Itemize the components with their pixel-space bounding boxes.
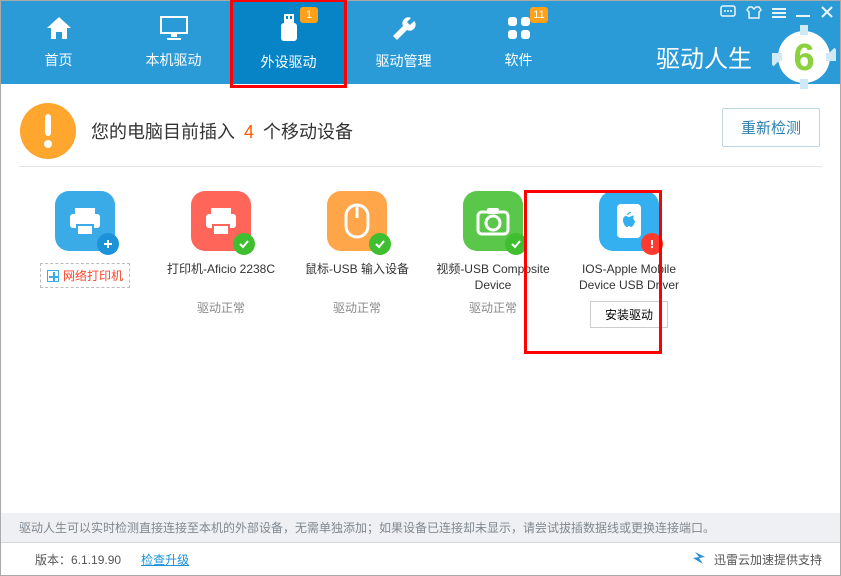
device-mouse-title: 鼠标-USB 输入设备 <box>292 261 422 295</box>
device-video[interactable]: 视频-USB Composite Device 驱动正常 <box>427 191 559 328</box>
menu-icon[interactable] <box>772 6 786 23</box>
tab-home[interactable]: 首页 <box>1 1 116 84</box>
tab-home-label: 首页 <box>45 50 73 70</box>
device-ios-title: IOS-Apple Mobile Device USB Driver <box>564 261 694 295</box>
device-video-status: 驱动正常 <box>469 299 517 316</box>
header: 首页 本机驱动 外设驱动 1 驱动管理 软件 11 <box>1 1 840 84</box>
accel-text: 迅雷云加速提供支持 <box>714 551 822 568</box>
brand-logo-icon: 6 <box>772 25 836 92</box>
svg-text:6: 6 <box>793 37 814 79</box>
device-printer-status: 驱动正常 <box>197 299 245 316</box>
add-printer-label: 网络打印机 <box>63 267 123 284</box>
version-label: 版本：6.1.19.90 <box>35 551 121 568</box>
summary-text: 您的电脑目前插入 4 个移动设备 <box>91 118 353 144</box>
device-add-network-printer[interactable]: 网络打印机 <box>19 191 151 328</box>
rescan-button[interactable]: 重新检测 <box>722 108 820 147</box>
tab-peripheral-label: 外设驱动 <box>261 52 317 72</box>
status-bar: 版本：6.1.19.90 检查升级 迅雷云加速提供支持 <box>1 542 840 575</box>
device-printer-title: 打印机-Aficio 2238C <box>156 261 286 295</box>
skin-icon[interactable] <box>746 5 762 23</box>
tab-software-badge: 11 <box>530 7 548 23</box>
wrench-icon <box>390 14 418 45</box>
monitor-icon <box>159 15 189 44</box>
device-ios[interactable]: IOS-Apple Mobile Device USB Driver 安装驱动 <box>563 191 695 328</box>
window-controls <box>720 5 834 23</box>
tabs: 首页 本机驱动 外设驱动 1 驱动管理 软件 11 <box>1 1 576 84</box>
ok-badge-icon <box>505 233 527 255</box>
error-badge-icon <box>641 233 663 255</box>
tab-manage-label: 驱动管理 <box>376 51 432 71</box>
printer-icon <box>191 191 251 251</box>
device-video-title: 视频-USB Composite Device <box>428 261 558 295</box>
home-icon <box>45 15 73 44</box>
close-icon[interactable] <box>820 5 834 23</box>
summary-suffix: 个移动设备 <box>258 122 353 142</box>
tab-software-label: 软件 <box>505 50 533 70</box>
tab-peripheral-badge: 1 <box>300 7 318 23</box>
check-upgrade-link[interactable]: 检查升级 <box>141 551 189 568</box>
plus-icon <box>47 270 59 282</box>
summary-row: 您的电脑目前插入 4 个移动设备 重新检测 <box>1 84 840 166</box>
ok-badge-icon <box>369 233 391 255</box>
add-printer-link[interactable]: 网络打印机 <box>40 263 130 288</box>
device-mouse[interactable]: 鼠标-USB 输入设备 驱动正常 <box>291 191 423 328</box>
accelerator-credit: 迅雷云加速提供支持 <box>692 550 822 569</box>
mouse-icon <box>327 191 387 251</box>
note-bar: 驱动人生可以实时检测直接连接至本机的外部设备，无需单独添加；如果设备已连接却未显… <box>1 513 840 542</box>
device-printer[interactable]: 打印机-Aficio 2238C 驱动正常 <box>155 191 287 328</box>
summary-prefix: 您的电脑目前插入 <box>91 122 240 142</box>
thunder-icon <box>692 550 708 569</box>
printer-add-icon <box>55 191 115 251</box>
tablet-icon <box>599 191 659 251</box>
apps-icon <box>506 15 532 44</box>
tab-driver-manage[interactable]: 驱动管理 <box>346 1 461 84</box>
devices-row: 网络打印机 打印机-Aficio 2238C 驱动正常 鼠标-USB 输入设备 <box>1 167 840 328</box>
usb-icon <box>278 13 300 46</box>
ok-badge-icon <box>233 233 255 255</box>
install-driver-button[interactable]: 安装驱动 <box>590 301 668 328</box>
device-mouse-status: 驱动正常 <box>333 299 381 316</box>
summary-count: 4 <box>244 122 254 142</box>
add-badge-icon <box>97 233 119 255</box>
tab-peripheral-drivers[interactable]: 外设驱动 1 <box>231 1 346 84</box>
note-text: 驱动人生可以实时检测直接连接至本机的外部设备，无需单独添加；如果设备已连接却未显… <box>19 519 715 536</box>
tab-software[interactable]: 软件 11 <box>461 1 576 84</box>
minimize-icon[interactable] <box>796 5 810 23</box>
brand-title: 驱动人生 <box>656 39 752 74</box>
feedback-icon[interactable] <box>720 5 736 23</box>
content-area: 您的电脑目前插入 4 个移动设备 重新检测 网络打印机 <box>1 84 840 513</box>
warning-icon <box>19 102 77 160</box>
camera-icon <box>463 191 523 251</box>
tab-local-drivers[interactable]: 本机驱动 <box>116 1 231 84</box>
tab-local-label: 本机驱动 <box>146 50 202 70</box>
